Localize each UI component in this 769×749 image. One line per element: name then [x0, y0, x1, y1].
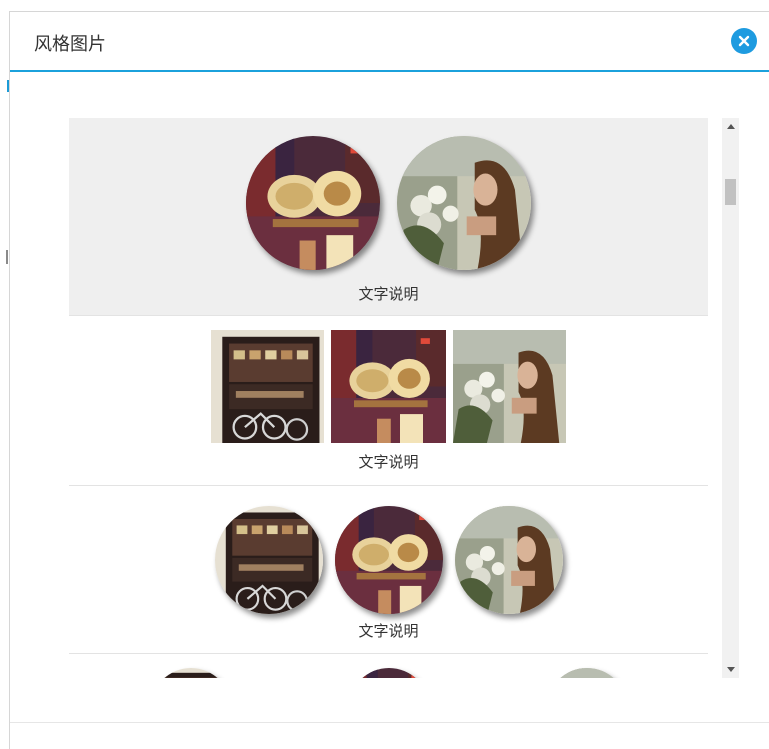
scroll-up-button[interactable] — [722, 118, 739, 135]
scroll-down-button[interactable] — [722, 661, 739, 678]
style-caption: 文字说明 — [358, 453, 419, 471]
triangle-up-icon — [726, 124, 735, 129]
triangle-down-icon — [726, 667, 735, 672]
vertical-scrollbar[interactable] — [722, 118, 739, 678]
style-list[interactable]: 文字说明 文字说明 文字说明 — [69, 118, 708, 678]
style-image — [335, 506, 443, 614]
style-image — [331, 330, 446, 443]
close-icon — [738, 35, 750, 47]
close-button[interactable] — [731, 28, 757, 54]
style-option[interactable]: 文字说明 — [69, 316, 708, 486]
style-option[interactable]: 文字说明 — [69, 118, 708, 316]
style-caption: 文字说明 — [358, 285, 419, 303]
scrollbar-thumb[interactable] — [725, 179, 736, 205]
background-page-edge — [0, 0, 9, 749]
dialog-header: 风格图片 — [10, 12, 769, 72]
dialog-title: 风格图片 — [34, 34, 106, 55]
style-caption: 文字说明 — [358, 622, 419, 640]
dialog-footer-divider — [10, 722, 769, 723]
style-image — [397, 136, 531, 270]
style-option[interactable]: 文字说明 — [69, 486, 708, 654]
style-image — [215, 506, 323, 614]
style-image — [547, 668, 627, 678]
style-image — [349, 668, 429, 678]
style-image — [453, 330, 566, 443]
background-divider-mark — [6, 250, 8, 264]
style-image — [211, 330, 324, 443]
style-image — [246, 136, 380, 270]
style-image — [455, 506, 563, 614]
style-image — [151, 668, 231, 678]
style-image-dialog: 风格图片 文字说明 文字说明 文字说明 — [9, 11, 769, 749]
style-option[interactable] — [69, 654, 708, 678]
